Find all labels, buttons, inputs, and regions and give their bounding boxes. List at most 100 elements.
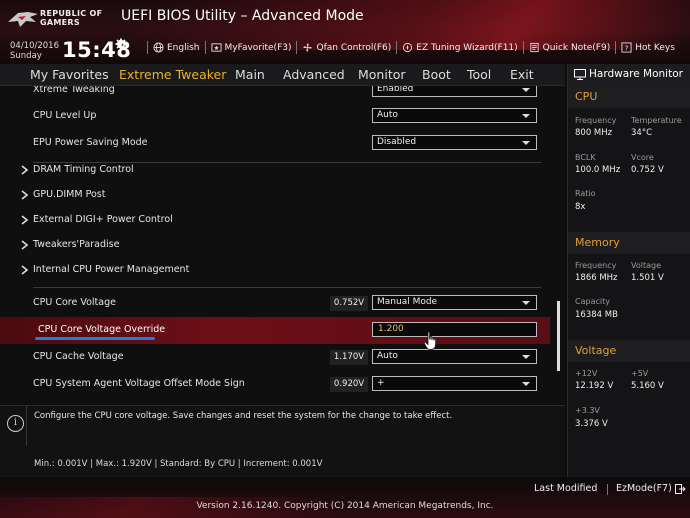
voltage-3v3-value: 3.376 V xyxy=(575,419,608,429)
tab-exit[interactable]: Exit xyxy=(510,67,534,82)
toolbar-separator xyxy=(615,41,617,54)
hw-label: BCLK xyxy=(575,153,596,162)
footer-separator xyxy=(607,484,608,495)
hand-cursor-icon xyxy=(423,331,437,350)
rog-brand-text: REPUBLIC OF GAMERS xyxy=(40,9,103,27)
toolbar: English MyFavorite(F3) Qfan Control(F6) … xyxy=(142,41,675,54)
voltage-limits: Min.: 0.001V | Max.: 1.920V | Standard: … xyxy=(34,459,323,469)
hardware-monitor-header: Hardware Monitor xyxy=(568,64,690,86)
monitor-icon xyxy=(574,69,586,80)
submenu-label: DRAM Timing Control xyxy=(33,164,134,175)
chevron-right-icon xyxy=(21,215,29,225)
hot-keys-label: Hot Keys xyxy=(635,42,675,53)
memory-voltage-value: 1.501 V xyxy=(631,273,664,283)
setting-row-cpu-sa-offset-sign[interactable]: CPU System Agent Voltage Offset Mode Sig… xyxy=(0,371,550,398)
chevron-right-icon xyxy=(21,240,29,250)
setting-row-xtreme-tweaking[interactable]: Xtreme Tweaking Enabled xyxy=(0,86,550,104)
submenu-tweakers-paradise[interactable]: Tweakers'Paradise xyxy=(0,232,550,259)
cpu-level-up-dropdown[interactable]: Auto xyxy=(372,108,537,123)
hw-label: Ratio xyxy=(575,189,596,198)
setting-row-cpu-cache-voltage[interactable]: CPU Cache Voltage 1.170V Auto xyxy=(0,344,550,371)
quick-note-button[interactable]: Quick Note(F9) xyxy=(529,42,610,53)
tab-tool[interactable]: Tool xyxy=(467,67,491,82)
tab-boot[interactable]: Boot xyxy=(422,67,451,82)
cpu-sa-offset-sign-dropdown[interactable]: + xyxy=(372,376,537,391)
xtreme-tweaking-dropdown[interactable]: Enabled xyxy=(372,86,537,97)
hw-section-voltage: Voltage xyxy=(568,340,690,362)
myfavorite-button[interactable]: MyFavorite(F3) xyxy=(210,42,291,53)
exit-arrow-icon xyxy=(674,483,686,494)
chevron-right-icon xyxy=(21,165,29,175)
setting-label: CPU Core Voltage xyxy=(33,297,116,308)
chevron-down-icon xyxy=(522,355,530,359)
copyright-text: Version 2.16.1240. Copyright (C) 2014 Am… xyxy=(196,501,494,511)
gear-icon[interactable] xyxy=(115,38,127,50)
help-info-panel: i Configure the CPU core voltage. Save c… xyxy=(0,405,565,477)
hw-label: Temperature xyxy=(631,116,682,125)
cpu-core-voltage-override-input[interactable]: 1.200 xyxy=(372,322,537,337)
setting-row-epu-power-saving[interactable]: EPU Power Saving Mode Disabled xyxy=(0,130,550,157)
tab-main[interactable]: Main xyxy=(235,67,265,82)
footer-bar: Last Modified EzMode(F7) Version 2.16.12… xyxy=(0,477,690,518)
submenu-dram-timing[interactable]: DRAM Timing Control xyxy=(0,157,550,184)
qfan-control-button[interactable]: Qfan Control(F6) xyxy=(302,42,391,53)
section-divider xyxy=(33,287,541,288)
last-modified-button[interactable]: Last Modified xyxy=(534,483,597,494)
tab-my-favorites[interactable]: My Favorites xyxy=(30,67,109,82)
setting-label: CPU Cache Voltage xyxy=(33,351,124,362)
hw-label: Capacity xyxy=(575,297,610,306)
rog-eye-icon xyxy=(8,12,38,27)
submenu-label: GPU.DIMM Post xyxy=(33,189,106,200)
tab-extreme-tweaker[interactable]: Extreme Tweaker xyxy=(119,67,226,82)
ezmode-label: EzMode(F7) xyxy=(616,483,672,494)
submenu-external-digi[interactable]: External DIGI+ Power Control xyxy=(0,207,550,234)
setting-label: CPU Level Up xyxy=(33,110,97,121)
chevron-right-icon xyxy=(21,190,29,200)
cpu-cache-voltage-dropdown[interactable]: Auto xyxy=(372,349,537,364)
toolbar-separator xyxy=(396,41,398,54)
hw-label: Frequency xyxy=(575,261,617,270)
voltage-reading: 1.170V xyxy=(330,350,368,365)
cpu-frequency-value: 800 MHz xyxy=(575,128,613,138)
rog-logo: REPUBLIC OF GAMERS xyxy=(6,6,116,32)
toolbar-separator xyxy=(522,41,524,54)
favorite-icon xyxy=(210,43,222,52)
svg-text:?: ? xyxy=(625,43,629,52)
ezmode-button[interactable]: EzMode(F7) xyxy=(616,483,686,494)
hardware-monitor-title: Hardware Monitor xyxy=(589,68,683,80)
cpu-core-voltage-dropdown[interactable]: Manual Mode xyxy=(372,295,537,310)
memory-frequency-value: 1866 MHz xyxy=(575,273,618,283)
cpu-temperature-value: 34°C xyxy=(631,128,653,138)
date-text: 04/10/2016 xyxy=(10,41,59,51)
cpu-ratio-value: 8x xyxy=(575,202,586,212)
settings-panel: Xtreme Tweaking Enabled CPU Level Up Aut… xyxy=(0,86,565,404)
hw-label: +12V xyxy=(575,369,598,378)
submenu-gpu-dimm-post[interactable]: GPU.DIMM Post xyxy=(0,182,550,209)
info-icon: i xyxy=(7,415,24,432)
scrollbar[interactable] xyxy=(557,301,560,371)
submenu-label: External DIGI+ Power Control xyxy=(33,214,173,225)
setting-label: CPU System Agent Voltage Offset Mode Sig… xyxy=(33,378,245,389)
setting-row-cpu-level-up[interactable]: CPU Level Up Auto xyxy=(0,103,550,130)
wizard-icon xyxy=(403,42,413,53)
main-nav: My Favorites Extreme Tweaker Main Advanc… xyxy=(0,64,565,86)
setting-row-cpu-core-voltage[interactable]: CPU Core Voltage 0.752V Manual Mode xyxy=(0,290,550,317)
hw-label: Voltage xyxy=(631,261,662,270)
voltage-12v-value: 12.192 V xyxy=(575,381,614,391)
help-icon: ? xyxy=(621,42,632,53)
ez-tuning-wizard-button[interactable]: EZ Tuning Wizard(F11) xyxy=(402,42,518,53)
hardware-monitor-panel: Hardware Monitor CPU Frequency Temperatu… xyxy=(567,64,690,477)
submenu-internal-cpu-power[interactable]: Internal CPU Power Management xyxy=(0,257,550,284)
language-button[interactable]: English xyxy=(153,42,200,53)
tab-monitor[interactable]: Monitor xyxy=(358,67,406,82)
tab-advanced[interactable]: Advanced xyxy=(283,67,345,82)
note-icon xyxy=(530,42,539,53)
cpu-vcore-value: 0.752 V xyxy=(631,165,664,175)
voltage-reading: 0.752V xyxy=(330,296,368,311)
hw-section-memory: Memory xyxy=(568,232,690,254)
setting-label: CPU Core Voltage Override xyxy=(38,324,166,335)
ez-tuning-wizard-label: EZ Tuning Wizard(F11) xyxy=(416,42,518,53)
epu-power-saving-dropdown[interactable]: Disabled xyxy=(372,135,537,150)
hot-keys-button[interactable]: ? Hot Keys xyxy=(621,42,675,53)
fan-icon xyxy=(303,43,313,52)
